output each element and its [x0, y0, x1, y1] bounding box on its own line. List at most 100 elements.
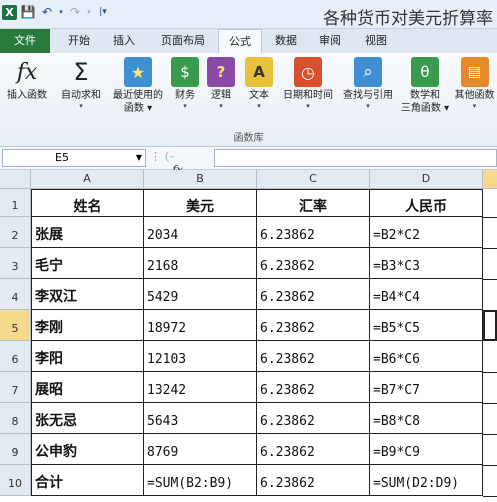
table-cell[interactable]: 18972: [144, 310, 257, 341]
row-header[interactable]: 9: [0, 434, 31, 465]
table-cell[interactable]: [483, 248, 497, 280]
resize-handle-icon[interactable]: ⋮: [150, 150, 161, 163]
table-cell[interactable]: 12103: [144, 341, 257, 372]
logical-book-icon: ?: [207, 57, 235, 87]
chevron-down-icon[interactable]: ▼: [136, 150, 142, 166]
name-box-value: E5: [55, 151, 69, 164]
redo-icon[interactable]: ↷: [67, 4, 83, 20]
table-cell[interactable]: 6.23862: [257, 465, 370, 496]
column-header-b[interactable]: B: [144, 170, 257, 189]
row-header[interactable]: 4: [0, 279, 31, 310]
tab-file[interactable]: 文件: [0, 29, 50, 53]
table-cell[interactable]: [483, 372, 497, 404]
table-cell[interactable]: =B3*C3: [370, 248, 483, 279]
insert-function-button[interactable]: fx 插入函数: [2, 57, 52, 102]
table-cell[interactable]: =B9*C9: [370, 434, 483, 465]
active-cell-e5[interactable]: [483, 310, 497, 341]
row-header[interactable]: 6: [0, 341, 31, 372]
theta-book-icon: θ: [411, 57, 439, 87]
math-trig-button[interactable]: θ 数学和 三角函数 ▾: [398, 57, 452, 115]
logical-button[interactable]: ? 逻辑 ▾: [204, 57, 238, 111]
table-cell[interactable]: 6.23862: [257, 372, 370, 403]
column-header-d[interactable]: D: [370, 170, 483, 189]
tab-page-layout[interactable]: 页面布局: [150, 29, 216, 53]
expand-icon[interactable]: (–: [165, 150, 175, 163]
column-header-a[interactable]: A: [31, 170, 144, 189]
date-time-button[interactable]: ◷ 日期和时间 ▾: [278, 57, 338, 111]
table-cell[interactable]: 6.23862: [257, 310, 370, 341]
redo-dropdown-icon[interactable]: ▾: [86, 4, 92, 20]
tab-home[interactable]: 开始: [58, 29, 100, 53]
undo-icon[interactable]: ↶: [39, 4, 55, 20]
table-header-cell[interactable]: 美元: [144, 189, 257, 217]
tab-formulas[interactable]: 公式: [218, 29, 262, 54]
table-header-cell[interactable]: 人民币: [370, 189, 483, 217]
row-header[interactable]: 8: [0, 403, 31, 434]
table-header-cell[interactable]: 姓名: [31, 189, 144, 217]
row-header[interactable]: 2: [0, 217, 31, 248]
title-bar: X 💾 ↶ ▾ ↷ ▾ |▾ 各种货币对美元折算率: [0, 0, 497, 29]
table-cell[interactable]: 张无忌: [31, 403, 144, 434]
table-cell[interactable]: 李阳: [31, 341, 144, 372]
financial-book-icon: $: [171, 57, 199, 87]
column-header-e[interactable]: [483, 170, 497, 189]
table-cell[interactable]: 6.23862: [257, 403, 370, 434]
row-header[interactable]: 5: [0, 310, 31, 341]
text-button[interactable]: A 文本 ▾: [242, 57, 276, 111]
table-cell[interactable]: 13242: [144, 372, 257, 403]
row-header[interactable]: 1: [0, 189, 31, 217]
table-cell[interactable]: 2034: [144, 217, 257, 248]
table-cell[interactable]: 李刚: [31, 310, 144, 341]
formula-input[interactable]: [214, 149, 497, 167]
table-cell[interactable]: [483, 279, 497, 311]
name-box[interactable]: E5 ▼: [2, 149, 146, 167]
table-cell[interactable]: 6.23862: [257, 217, 370, 248]
lookup-reference-button[interactable]: ⌕ 查找与引用 ▾: [338, 57, 398, 111]
table-cell[interactable]: 合计: [31, 465, 144, 496]
table-cell[interactable]: =B4*C4: [370, 279, 483, 310]
save-icon[interactable]: 💾: [20, 4, 36, 20]
table-cell[interactable]: =B7*C7: [370, 372, 483, 403]
table-cell[interactable]: [483, 434, 497, 466]
table-cell[interactable]: [483, 217, 497, 249]
column-header-c[interactable]: C: [257, 170, 370, 189]
undo-dropdown-icon[interactable]: ▾: [58, 4, 64, 20]
autosum-button[interactable]: Σ 自动求和 ▾: [56, 57, 106, 111]
tab-view[interactable]: 视图: [356, 29, 396, 53]
table-header-cell[interactable]: 汇率: [257, 189, 370, 217]
table-cell[interactable]: [483, 403, 497, 435]
tab-data[interactable]: 数据: [266, 29, 306, 53]
table-cell[interactable]: 毛宁: [31, 248, 144, 279]
tab-review[interactable]: 审阅: [310, 29, 350, 53]
table-cell[interactable]: 展昭: [31, 372, 144, 403]
table-cell[interactable]: 5643: [144, 403, 257, 434]
table-cell[interactable]: [483, 189, 497, 218]
table-cell[interactable]: =B5*C5: [370, 310, 483, 341]
table-cell[interactable]: =B2*C2: [370, 217, 483, 248]
tab-insert[interactable]: 插入: [104, 29, 144, 53]
customize-qat-icon[interactable]: |▾: [95, 4, 111, 20]
table-cell[interactable]: 2168: [144, 248, 257, 279]
table-cell[interactable]: 张展: [31, 217, 144, 248]
table-cell[interactable]: =SUM(D2:D9): [370, 465, 483, 496]
table-cell[interactable]: =SUM(B2:B9): [144, 465, 257, 496]
more-functions-button[interactable]: ▤ 其他函数 ▾: [452, 57, 497, 111]
table-cell[interactable]: 公申豹: [31, 434, 144, 465]
table-cell[interactable]: 6.23862: [257, 279, 370, 310]
table-cell[interactable]: =B8*C8: [370, 403, 483, 434]
table-cell[interactable]: 李双江: [31, 279, 144, 310]
recently-used-button[interactable]: ★ 最近使用的 函数 ▾: [110, 57, 166, 115]
table-cell[interactable]: =B6*C6: [370, 341, 483, 372]
financial-button[interactable]: $ 财务 ▾: [168, 57, 202, 111]
row-header[interactable]: 10: [0, 465, 31, 496]
table-cell[interactable]: 6.23862: [257, 248, 370, 279]
table-cell[interactable]: 5429: [144, 279, 257, 310]
table-cell[interactable]: 8769: [144, 434, 257, 465]
select-all-corner[interactable]: [0, 170, 31, 189]
table-cell[interactable]: [483, 341, 497, 373]
row-header[interactable]: 7: [0, 372, 31, 403]
table-cell[interactable]: [483, 465, 497, 497]
table-cell[interactable]: 6.23862: [257, 341, 370, 372]
table-cell[interactable]: 6.23862: [257, 434, 370, 465]
row-header[interactable]: 3: [0, 248, 31, 279]
